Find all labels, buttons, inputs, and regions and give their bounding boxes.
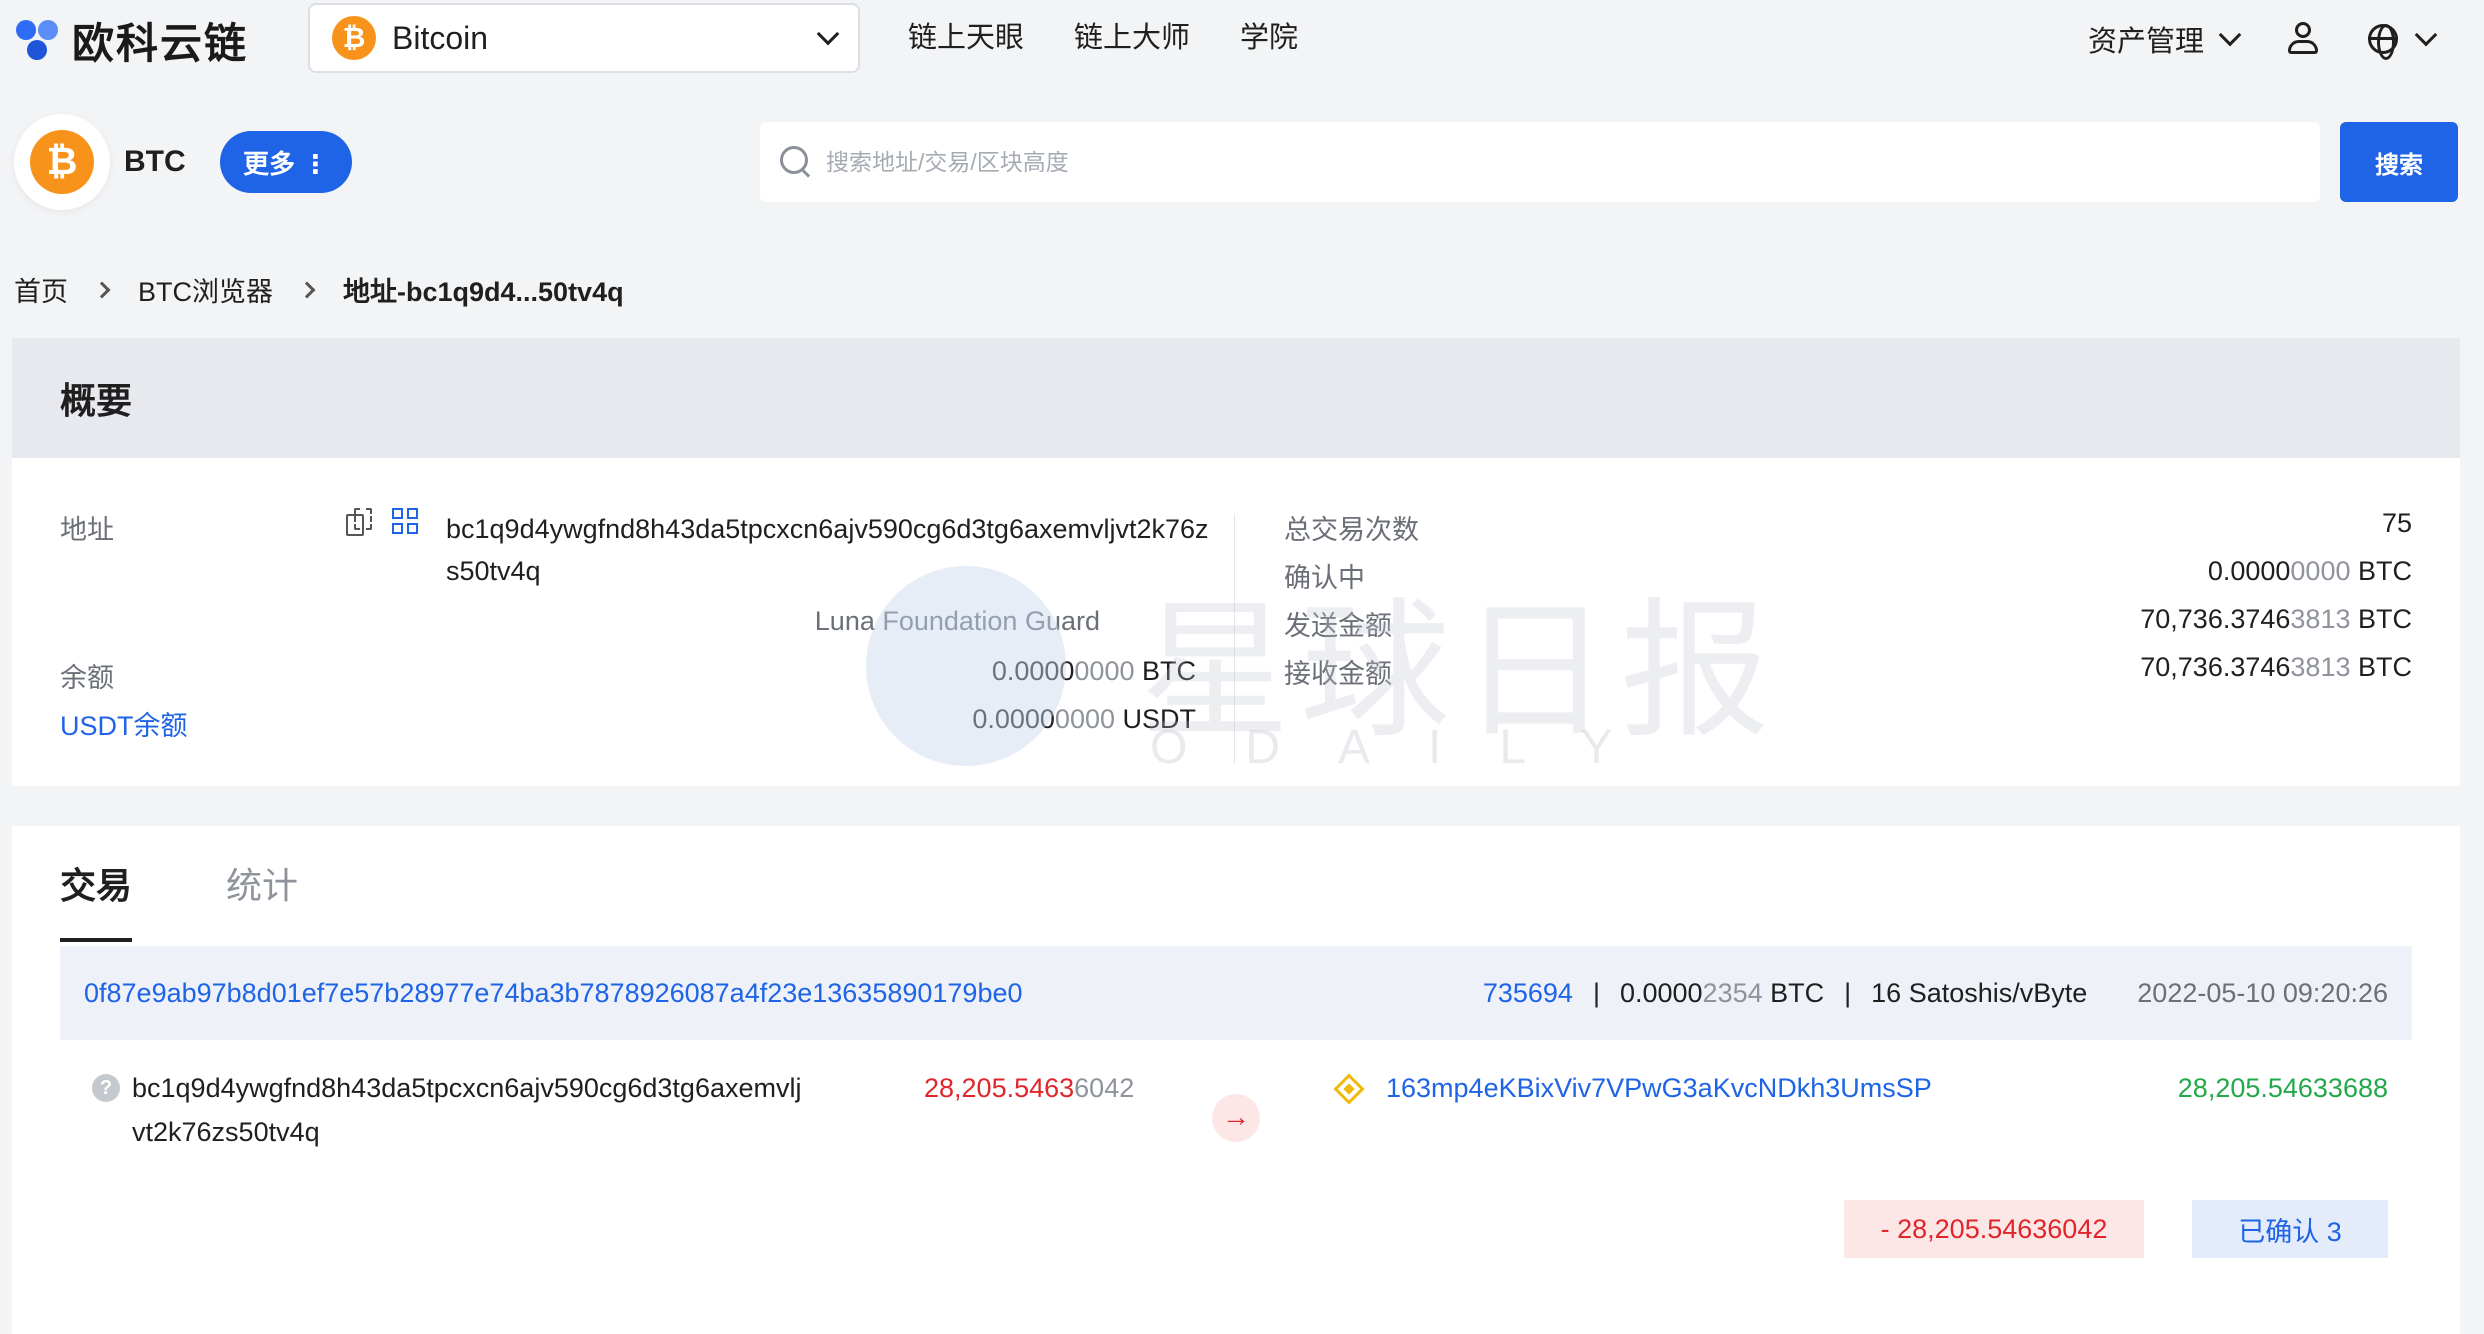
tx-to-address-link[interactable]: 163mp4eKBixViv7VPwG3aKvcNDkh3UmsSP <box>1386 1066 1932 1110</box>
transactions-panel: 交易 统计 0f87e9ab97b8d01ef7e57b28977e74ba3b… <box>12 826 2460 1334</box>
search-box <box>760 122 2320 202</box>
globe-icon <box>2368 24 2398 60</box>
user-icon[interactable] <box>2288 22 2318 56</box>
breadcrumb-home[interactable]: 首页 <box>14 270 68 309</box>
nav-item-academy[interactable]: 学院 <box>1240 16 1298 60</box>
pending-value: 0.00000000 BTC <box>2207 556 2412 586</box>
tx-header-row: 0f87e9ab97b8d01ef7e57b28977e74ba3b787892… <box>60 946 2412 1040</box>
language-menu[interactable] <box>2368 23 2438 60</box>
top-right-actions: 资产管理 <box>2087 14 2438 64</box>
chain-select-value: Bitcoin <box>392 19 489 56</box>
asset-management-menu[interactable]: 资产管理 <box>2087 18 2242 60</box>
total-tx-label: 总交易次数 <box>1284 515 1419 545</box>
usdt-balance-link[interactable]: USDT余额 <box>60 704 188 743</box>
address-value: bc1q9d4ywgfnd8h43da5tpcxcn6ajv590cg6d3tg… <box>446 514 1209 586</box>
bitcoin-icon: ₿ <box>30 130 94 194</box>
separator: | <box>1844 977 1852 1008</box>
qr-code-icon[interactable] <box>392 508 418 534</box>
arrow-right-icon: → <box>1212 1094 1260 1142</box>
coin-symbol: BTC <box>124 145 186 178</box>
nav-item-onchain-master[interactable]: 链上大师 <box>1074 16 1190 60</box>
chain-select[interactable]: ₿ Bitcoin <box>308 3 860 73</box>
tx-fee-rate: 16 Satoshis/vByte <box>1871 977 2088 1008</box>
block-height-link[interactable]: 735694 <box>1483 978 1573 1009</box>
tx-meta: 735694 | 0.00002354 BTC | 16 Satoshis/vB… <box>1483 978 2388 1009</box>
chevron-down-icon <box>816 22 840 46</box>
question-icon[interactable]: ? <box>92 1074 120 1102</box>
logo-mark-icon <box>14 18 62 62</box>
more-button[interactable]: 更多 ⋮ <box>219 131 352 193</box>
search-input[interactable] <box>826 148 2226 176</box>
breadcrumb-current: 地址-bc1q9d4...50tv4q <box>343 277 624 307</box>
sent-amount-value: 70,736.37463813 BTC <box>2140 604 2412 634</box>
tx-time: 2022-05-10 09:20:26 <box>2137 977 2388 1008</box>
chevron-right-icon <box>298 281 316 298</box>
nav-item-onchain-eye[interactable]: 链上天眼 <box>908 16 1024 60</box>
watermark-sub: ODAILY <box>1150 721 1671 774</box>
status-badge: 已确认 3 <box>2192 1200 2388 1258</box>
tx-to-amount: 28,205.54633688 <box>2177 1073 2388 1103</box>
watermark-logo <box>866 566 1066 766</box>
tx-from-address: bc1q9d4ywgfnd8h43da5tpcxcn6ajv590cg6d3tg… <box>132 1073 802 1147</box>
tab-transactions[interactable]: 交易 <box>60 856 133 942</box>
copy-icon[interactable] <box>346 508 372 536</box>
logo-text: 欧科云链 <box>72 19 249 67</box>
balance-label: 余额 <box>60 663 114 693</box>
logo[interactable]: 欧科云链 <box>14 14 248 67</box>
breadcrumb: 首页 BTC浏览器 地址-bc1q9d4...50tv4q <box>14 270 624 309</box>
separator: | <box>1592 977 1600 1008</box>
total-tx-value: 75 <box>2381 508 2412 538</box>
received-amount-value: 70,736.37463813 BTC <box>2140 652 2412 682</box>
tabs: 交易 统计 <box>60 856 298 942</box>
tx-io-row: ? bc1q9d4ywgfnd8h43da5tpcxcn6ajv590cg6d3… <box>60 1066 2412 1186</box>
top-bar: 欧科云链 ₿ Bitcoin 链上天眼 链上大师 学院 资产管理 <box>0 0 2484 82</box>
main-nav: 链上天眼 链上大师 学院 <box>908 16 1298 60</box>
net-amount-badge: - 28,205.54636042 <box>1844 1200 2144 1258</box>
chevron-down-icon <box>2414 23 2438 47</box>
exchange-diamond-icon <box>1333 1073 1365 1105</box>
overview-title: 概要 <box>60 380 133 421</box>
tx-fee: 0.00002354 BTC <box>1619 977 1825 1008</box>
address-actions <box>346 508 418 536</box>
coin-header: ₿ BTC 更多 ⋮ <box>14 114 352 210</box>
asset-management-label: 资产管理 <box>2087 26 2204 58</box>
tx-hash-link[interactable]: 0f87e9ab97b8d01ef7e57b28977e74ba3b787892… <box>84 978 1483 1009</box>
tab-statistics[interactable]: 统计 <box>226 856 298 942</box>
search-icon <box>780 146 812 178</box>
tx-from-amount: 28,205.54636042 <box>924 1073 1135 1103</box>
overview-header: 概要 <box>12 338 2460 458</box>
address-label: 地址 <box>60 515 114 545</box>
breadcrumb-explorer[interactable]: BTC浏览器 <box>138 270 273 309</box>
bitcoin-icon: ₿ <box>332 16 376 60</box>
chevron-right-icon <box>93 281 111 298</box>
chevron-down-icon <box>2218 23 2242 47</box>
coin-avatar: ₿ <box>14 114 110 210</box>
search-button[interactable]: 搜索 <box>2340 122 2458 202</box>
